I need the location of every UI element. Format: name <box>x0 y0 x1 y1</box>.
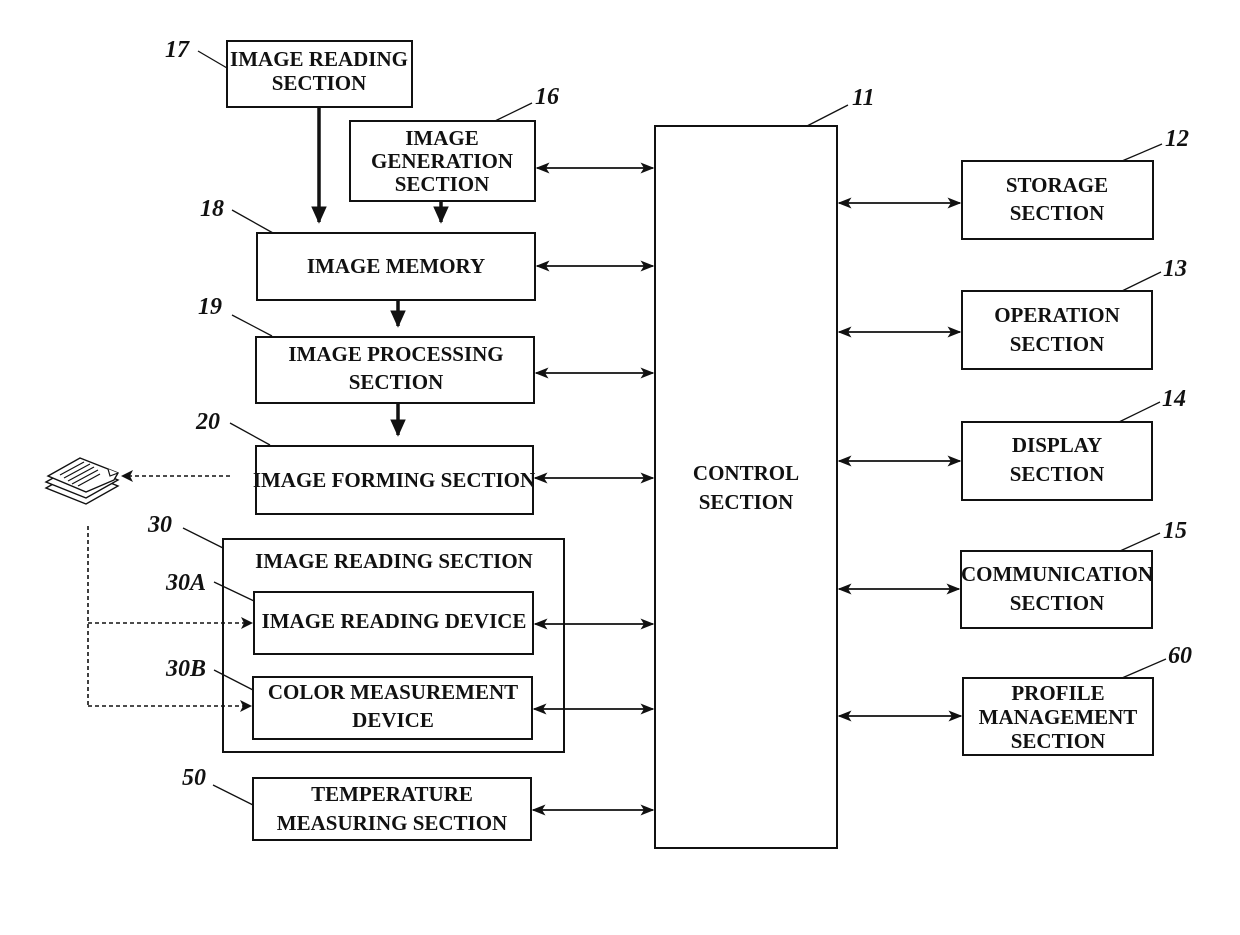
leader-line <box>1119 532 1161 552</box>
image-forming-section-20: IMAGE FORMING SECTION 20 <box>195 409 535 515</box>
control-section-11: CONTROL SECTION 11 <box>654 85 875 849</box>
leader-line <box>229 422 271 446</box>
block-label: SECTION <box>1010 591 1105 615</box>
operation-section-13: OPERATION SECTION 13 <box>961 256 1187 370</box>
block-label: IMAGE FORMING SECTION <box>253 468 535 492</box>
block-label: STORAGE <box>1006 173 1108 197</box>
block-label: SECTION <box>272 71 367 95</box>
reference-number: 30 <box>147 512 172 538</box>
leader-line <box>1118 401 1161 423</box>
reference-number: 50 <box>182 765 206 791</box>
image-reading-section-17: IMAGE READING SECTION 17 <box>165 37 413 108</box>
block-label: IMAGE READING DEVICE <box>262 609 527 633</box>
block-label: SECTION <box>699 490 794 514</box>
storage-section-12: STORAGE SECTION 12 <box>961 126 1189 240</box>
block-label: DEVICE <box>352 708 434 732</box>
block-label: GENERATION <box>371 149 513 173</box>
reference-number: 60 <box>1168 643 1192 669</box>
block-label: IMAGE PROCESSING <box>288 342 503 366</box>
image-processing-section-19: IMAGE PROCESSING SECTION 19 <box>198 294 535 404</box>
reference-number: 17 <box>165 37 190 63</box>
reference-number: 19 <box>198 294 222 320</box>
leader-line <box>231 209 274 234</box>
block-label: OPERATION <box>994 303 1120 327</box>
reference-number: 30B <box>165 656 206 682</box>
block-label: COMMUNICATION <box>961 562 1153 586</box>
block-label: IMAGE READING SECTION <box>255 549 533 573</box>
block-label: MEASURING SECTION <box>277 811 507 835</box>
leader-line <box>494 102 533 122</box>
reference-number: 30A <box>165 570 206 596</box>
block-label: DISPLAY <box>1012 433 1102 457</box>
block-label: COLOR MEASUREMENT <box>268 680 518 704</box>
block-diagram: IMAGE READING SECTION 17 IMAGE GENERATIO… <box>44 37 1192 849</box>
block-label: SECTION <box>1010 462 1105 486</box>
paper-stack-icon <box>44 457 120 505</box>
leader-line <box>1121 658 1167 679</box>
block-label: SECTION <box>1010 332 1105 356</box>
reference-number: 12 <box>1165 126 1189 152</box>
block-label: SECTION <box>395 172 490 196</box>
block-label: SECTION <box>349 370 444 394</box>
reference-number: 14 <box>1162 386 1186 412</box>
reference-number: 16 <box>535 84 559 110</box>
reference-number: 15 <box>1163 518 1187 544</box>
display-section-14: DISPLAY SECTION 14 <box>961 386 1186 501</box>
leader-line <box>806 104 849 127</box>
reference-number: 11 <box>852 85 875 111</box>
reference-number: 13 <box>1163 256 1187 282</box>
leader-line <box>197 50 228 69</box>
block-label: IMAGE READING <box>230 47 408 71</box>
profile-management-section-60: PROFILE MANAGEMENT SECTION 60 <box>962 643 1192 756</box>
leader-line <box>212 784 254 806</box>
temperature-measuring-section-50: TEMPERATURE MEASURING SECTION 50 <box>182 765 532 841</box>
block-label: IMAGE <box>405 126 479 150</box>
leader-line <box>1121 143 1163 162</box>
block-label: PROFILE <box>1011 681 1104 705</box>
image-memory-18: IMAGE MEMORY 18 <box>200 196 536 301</box>
block-label: SECTION <box>1010 201 1105 225</box>
block-label: SECTION <box>1011 729 1106 753</box>
block-label: MANAGEMENT <box>979 705 1138 729</box>
leader-line <box>231 314 273 337</box>
reference-number: 20 <box>195 409 220 435</box>
communication-section-15: COMMUNICATION SECTION 15 <box>960 518 1187 629</box>
block-label: CONTROL <box>693 461 799 485</box>
block-label: TEMPERATURE <box>311 782 473 806</box>
control-links-right <box>837 197 963 722</box>
leader-line <box>1121 271 1162 292</box>
reference-number: 18 <box>200 196 224 222</box>
leader-line <box>182 527 224 549</box>
block-label: IMAGE MEMORY <box>307 254 485 278</box>
